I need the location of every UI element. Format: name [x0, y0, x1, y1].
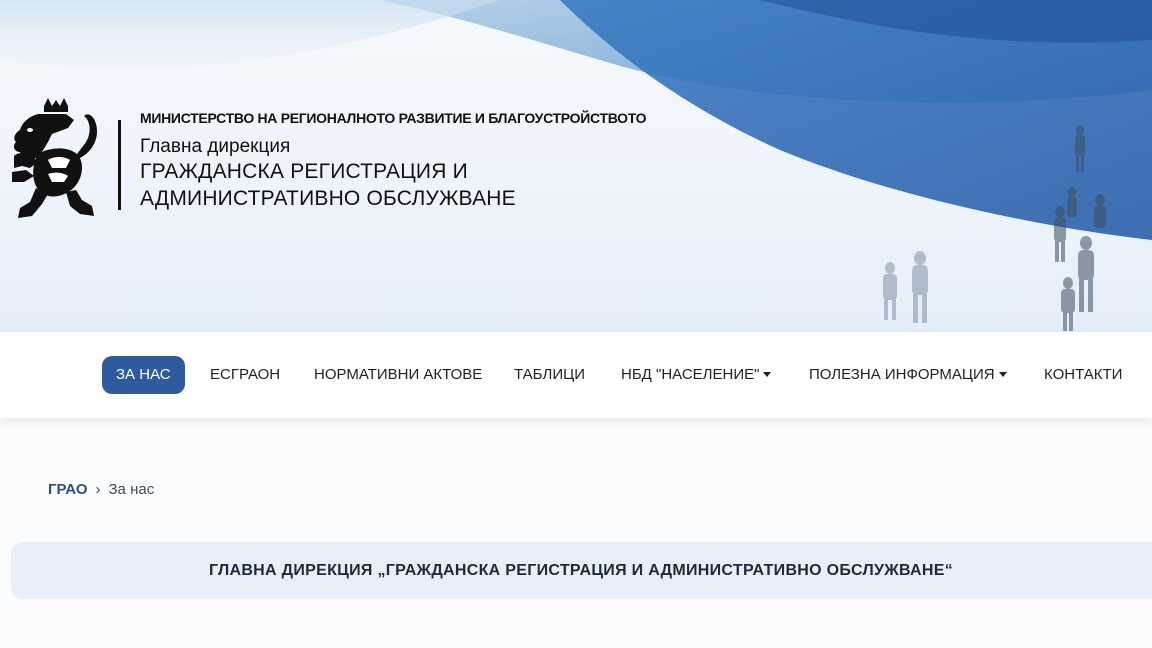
directorate-label: Главна дирекция [140, 136, 291, 157]
bulgarian-lion-coat-of-arms-icon [12, 98, 98, 218]
nav-item-label: ПОЛЕЗНА ИНФОРМАЦИЯ [809, 366, 995, 383]
nav-item-za-nas[interactable]: ЗА НАС [102, 356, 185, 394]
breadcrumb-current: За нас [108, 481, 155, 498]
chevron-down-icon [998, 371, 1007, 377]
nav-item-esgraon[interactable]: ЕСГРАОН [210, 356, 280, 394]
nav-item-polezna-informatsiya[interactable]: ПОЛЕЗНА ИНФОРМАЦИЯ [809, 356, 1007, 394]
directorate-name-line1: ГРАЖДАНСКА РЕГИСТРАЦИЯ И [140, 160, 468, 183]
ministry-name: МИНИСТЕРСТВО НА РЕГИОНАЛНОТО РАЗВИТИЕ И … [140, 110, 647, 126]
nav-item-kontakti[interactable]: КОНТАКТИ [1044, 356, 1122, 394]
nav-item-label: ТАБЛИЦИ [514, 366, 586, 383]
breadcrumb: ГРАО › За нас [48, 481, 154, 498]
nav-item-label: КОНТАКТИ [1044, 366, 1123, 383]
nav-item-label: НБД "НАСЕЛЕНИЕ" [621, 366, 760, 383]
page-title: ГЛАВНА ДИРЕКЦИЯ „ГРАЖДАНСКА РЕГИСТРАЦИЯ … [208, 562, 954, 579]
site-header: МИНИСТЕРСТВО НА РЕГИОНАЛНОТО РАЗВИТИЕ И … [0, 0, 1152, 332]
nav-item-label: ЗА НАС [116, 366, 171, 383]
nav-item-nbd-naselenie[interactable]: НБД "НАСЕЛЕНИЕ" [621, 356, 772, 394]
nav-item-label: ЕСГРАОН [210, 366, 281, 383]
breadcrumb-separator: › [95, 481, 101, 498]
nav-item-tablitsi[interactable]: ТАБЛИЦИ [514, 356, 585, 394]
breadcrumb-home-link[interactable]: ГРАО [48, 481, 88, 498]
logo-divider [118, 120, 121, 210]
nav-item-label: НОРМАТИВНИ АКТОВЕ [314, 366, 483, 383]
nav-item-normativni-aktove[interactable]: НОРМАТИВНИ АКТОВЕ [314, 356, 482, 394]
chevron-down-icon [763, 371, 772, 377]
directorate-name-line2: АДМИНИСТРАТИВНО ОБСЛУЖВАНЕ [140, 187, 516, 210]
